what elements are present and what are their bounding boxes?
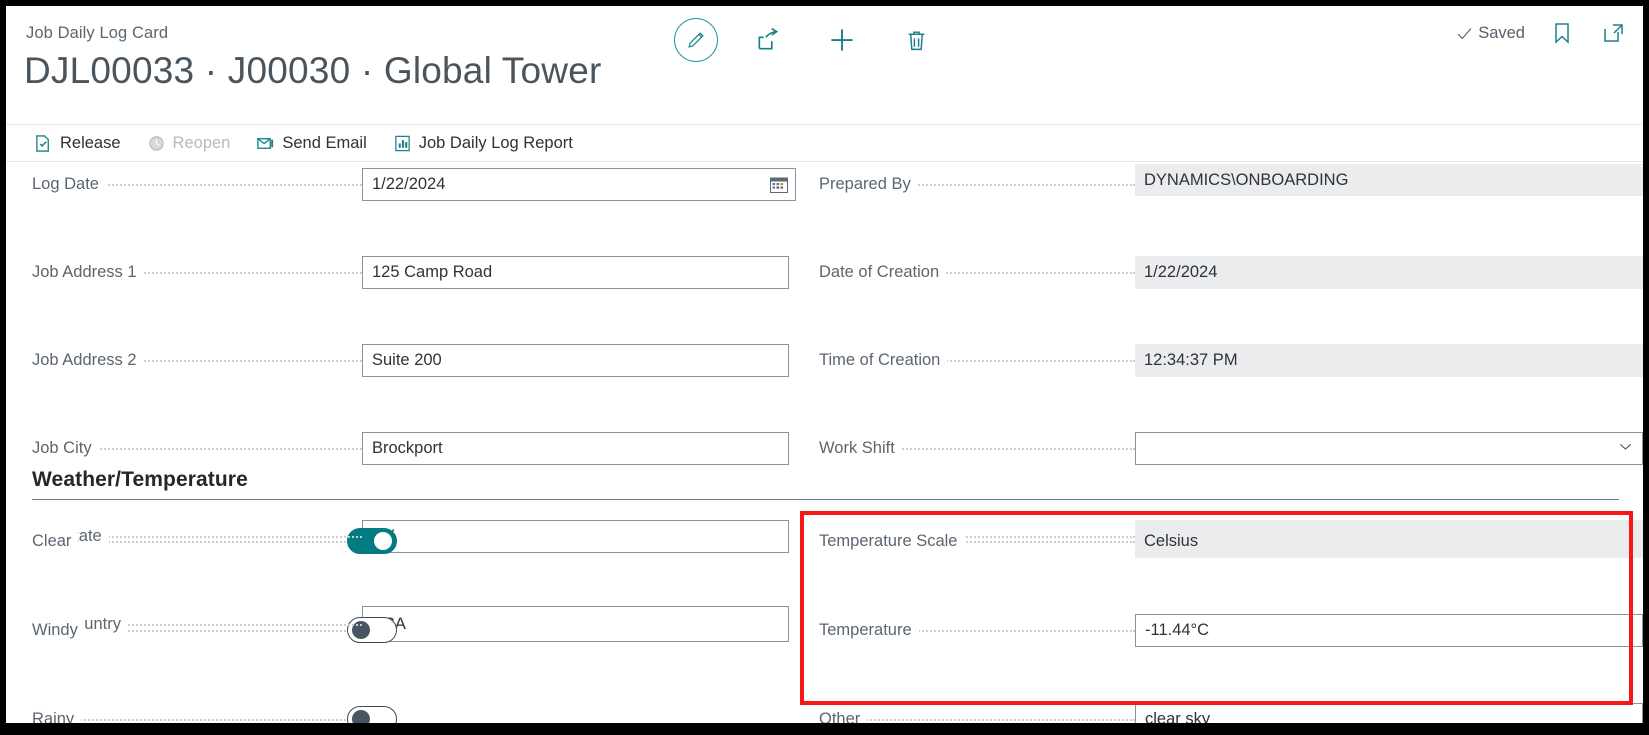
job-city-value: Brockport xyxy=(372,439,443,458)
field-label-job-city: Job City xyxy=(32,426,99,470)
business-central-page: Job Daily Log Card DJL00033 · J00030 · G… xyxy=(6,6,1643,723)
field-row-prepared-by: Prepared By DYNAMICS\ONBOARDING xyxy=(796,162,1643,206)
action-ribbon: Release Reopen Send Email xyxy=(6,124,1643,162)
field-row-temperature: Temperature -11.44°C xyxy=(796,608,1643,652)
log-date-value: 1/22/2024 xyxy=(372,175,445,194)
status-badge: Saved xyxy=(1456,24,1525,43)
temperature-scale-value: Celsius xyxy=(1144,532,1198,551)
toggle-windy[interactable] xyxy=(347,617,397,643)
email-icon xyxy=(256,134,275,153)
work-shift-select[interactable] xyxy=(1135,432,1643,465)
job-address-2-input[interactable]: Suite 200 xyxy=(362,344,789,377)
toggle-rainy[interactable] xyxy=(347,706,397,723)
field-label-date-of-creation: Date of Creation xyxy=(819,250,946,294)
section-title-weather: Weather/Temperature xyxy=(32,468,1619,499)
ribbon-label-reopen: Reopen xyxy=(173,134,231,153)
report-icon xyxy=(393,134,412,153)
time-of-creation-value: 12:34:37 PM xyxy=(1144,351,1238,370)
date-of-creation-value-field: 1/22/2024 xyxy=(1135,256,1643,289)
ribbon-label-release: Release xyxy=(60,134,121,153)
page-header: Job Daily Log Card DJL00033 · J00030 · G… xyxy=(6,6,1643,124)
field-label-rainy: Rainy xyxy=(32,697,81,723)
section-divider xyxy=(32,499,1619,500)
field-row-clear: Clear xyxy=(6,519,796,563)
reopen-icon xyxy=(147,134,166,153)
ribbon-label-send-email: Send Email xyxy=(282,134,366,153)
field-row-other: Other clear sky xyxy=(796,697,1643,723)
open-new-window-icon[interactable] xyxy=(1599,18,1629,48)
saved-label: Saved xyxy=(1478,24,1525,43)
screenshot-root: Job Daily Log Card DJL00033 · J00030 · G… xyxy=(0,0,1649,735)
header-toolbar xyxy=(674,16,940,64)
page-title: DJL00033 · J00030 · Global Tower xyxy=(24,50,602,92)
field-row-date-of-creation: Date of Creation 1/22/2024 xyxy=(796,250,1643,294)
field-row-rainy: Rainy xyxy=(6,697,796,723)
temperature-input[interactable]: -11.44°C xyxy=(1135,614,1643,647)
field-label-temperature-scale: Temperature Scale xyxy=(819,519,965,563)
release-icon xyxy=(34,134,53,153)
field-row-job-address-1: Job Address 1 125 Camp Road xyxy=(6,250,796,294)
bookmark-icon[interactable] xyxy=(1547,18,1577,48)
field-label-windy: Windy xyxy=(32,608,85,652)
chevron-down-icon[interactable] xyxy=(1617,438,1634,460)
other-input[interactable]: clear sky xyxy=(1135,703,1643,723)
field-label-time-of-creation: Time of Creation xyxy=(819,338,947,382)
temperature-value: -11.44°C xyxy=(1145,621,1209,640)
general-left-column: Log Date 1/22/2024 xyxy=(6,162,796,426)
general-fasttab: Log Date 1/22/2024 xyxy=(6,162,1643,432)
plus-icon[interactable] xyxy=(818,16,866,64)
field-label-other: Other xyxy=(819,697,867,723)
ribbon-label-job-daily-log-report: Job Daily Log Report xyxy=(419,134,573,153)
field-label-job-address-1: Job Address 1 xyxy=(32,250,144,294)
weather-section-header: Weather/Temperature xyxy=(32,468,1619,500)
field-row-log-date: Log Date 1/22/2024 xyxy=(6,162,796,206)
date-of-creation-value: 1/22/2024 xyxy=(1144,263,1217,282)
field-label-clear: Clear xyxy=(32,519,78,563)
job-address-1-input[interactable]: 125 Camp Road xyxy=(362,256,789,289)
weather-temperature-column: Temperature Scale Celsius Temperature -1… xyxy=(796,519,1643,659)
ribbon-item-release[interactable]: Release xyxy=(34,134,121,153)
field-label-job-address-2: Job Address 2 xyxy=(32,338,144,382)
share-icon[interactable] xyxy=(744,16,792,64)
field-row-work-shift: Work Shift xyxy=(796,426,1643,470)
field-label-log-date: Log Date xyxy=(32,162,106,206)
toggle-knob xyxy=(352,710,370,723)
field-row-time-of-creation: Time of Creation 12:34:37 PM xyxy=(796,338,1643,382)
page-caption: Job Daily Log Card xyxy=(26,24,168,43)
field-label-temperature: Temperature xyxy=(819,608,919,652)
field-row-temperature-scale: Temperature Scale Celsius xyxy=(796,519,1643,563)
toggle-clear[interactable] xyxy=(347,528,397,554)
calendar-icon[interactable] xyxy=(769,175,789,195)
field-label-work-shift: Work Shift xyxy=(819,426,902,470)
prepared-by-value-field: DYNAMICS\ONBOARDING xyxy=(1135,164,1643,196)
job-address-1-value: 125 Camp Road xyxy=(372,263,492,282)
trash-icon[interactable] xyxy=(892,16,940,64)
toggle-knob xyxy=(374,532,392,550)
edit-icon[interactable] xyxy=(674,18,718,62)
field-row-job-city: Job City Brockport xyxy=(6,426,796,470)
general-right-column: Prepared By DYNAMICS\ONBOARDING Date of … xyxy=(796,162,1643,382)
ribbon-item-send-email[interactable]: Send Email xyxy=(256,134,366,153)
time-of-creation-value-field: 12:34:37 PM xyxy=(1135,344,1643,377)
header-status-area: Saved xyxy=(1456,18,1629,48)
log-date-input[interactable]: 1/22/2024 xyxy=(362,168,796,201)
other-value: clear sky xyxy=(1145,710,1210,723)
job-city-input[interactable]: Brockport xyxy=(362,432,789,465)
field-label-prepared-by: Prepared By xyxy=(819,162,918,206)
job-address-2-value: Suite 200 xyxy=(372,351,442,370)
prepared-by-value: DYNAMICS\ONBOARDING xyxy=(1144,171,1348,190)
ribbon-item-reopen[interactable]: Reopen xyxy=(147,134,231,153)
field-row-job-address-2: Job Address 2 Suite 200 xyxy=(6,338,796,382)
ribbon-item-job-daily-log-report[interactable]: Job Daily Log Report xyxy=(393,134,573,153)
temperature-scale-value-field: Celsius xyxy=(1135,525,1643,558)
